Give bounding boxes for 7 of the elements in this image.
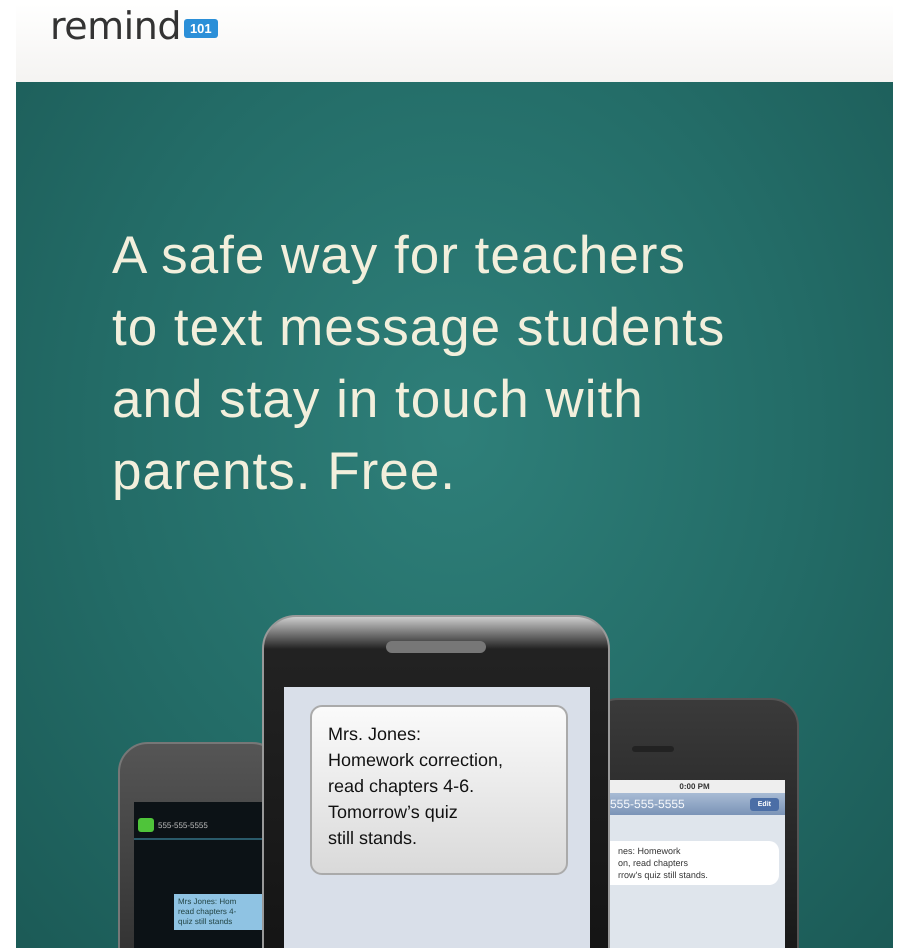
chat-icon: [138, 818, 154, 832]
contact-number: 555-555-5555: [158, 820, 208, 830]
logo-badge: 101: [184, 18, 218, 38]
contact-number: 555-555-5555: [610, 797, 685, 811]
headline: A safe way for teachers to text message students and stay in touch with parents. Free.: [111, 225, 726, 503]
message-bubble: Mrs. Jones: Homework correction, read chapters 4-6. Tomorrow’s quiz still stands.: [310, 705, 568, 875]
logo-wordmark[interactable]: remind: [50, 4, 181, 48]
